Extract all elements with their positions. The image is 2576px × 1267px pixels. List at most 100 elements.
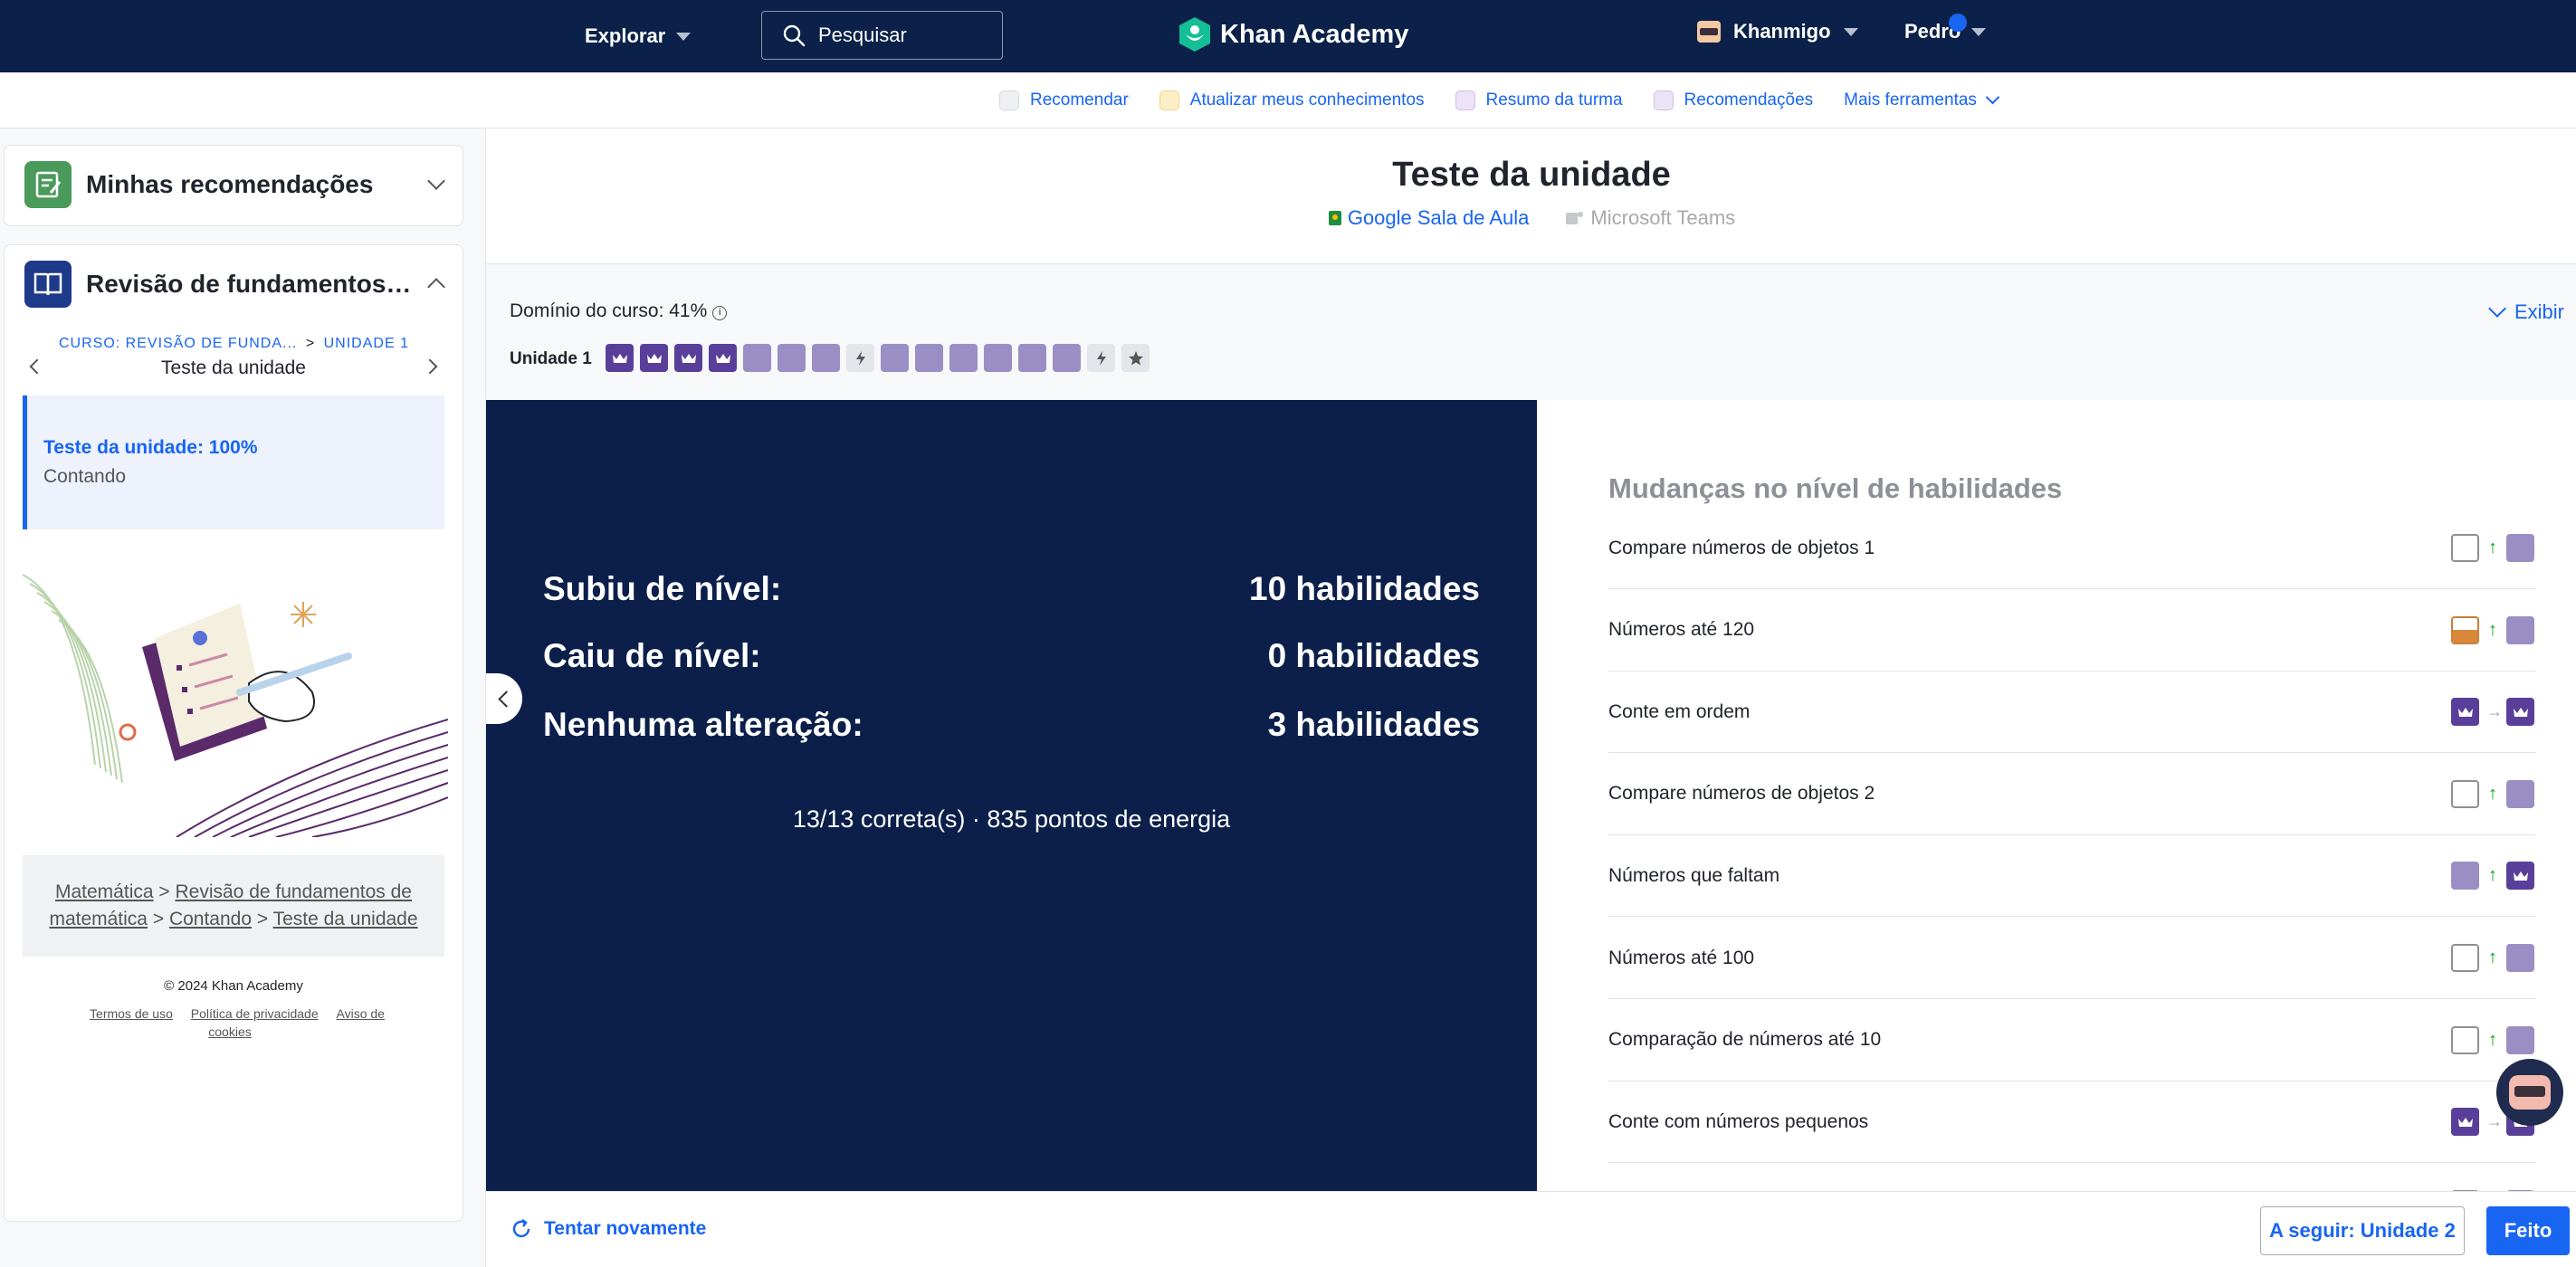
chevron-left-icon[interactable] [29, 358, 45, 375]
skill-row: Conte em ordem → [1608, 672, 2536, 754]
result-row-down: Caiu de nível: 0 habilidades [543, 637, 1480, 675]
retry-label: Tentar novamente [544, 1218, 707, 1239]
lesson-breadcrumb: Matemática > Revisão de fundamentos de m… [23, 855, 444, 957]
active-item-subtitle: Contando [43, 466, 127, 487]
arrow-right-icon: → [2486, 702, 2503, 721]
khan-academy-logo[interactable]: Khan Academy [1178, 16, 1408, 52]
skill-chip-proficient[interactable] [743, 344, 771, 372]
skill-chip-proficient[interactable] [778, 344, 806, 372]
level-mastered [2451, 698, 2479, 727]
result-row-up: Subiu de nível: 10 habilidades [543, 570, 1480, 608]
breadcrumb-link[interactable]: Contando [169, 909, 252, 929]
crumb-course[interactable]: CURSO: REVISÃO DE FUNDA... [59, 336, 297, 351]
khanmigo-menu[interactable]: Khanmigo [1697, 20, 1858, 43]
microsoft-teams-link[interactable]: Microsoft Teams [1565, 206, 1735, 230]
next-unit-button[interactable]: A seguir: Unidade 2 [2260, 1206, 2465, 1255]
mastery-text: Domínio do curso: 41% [510, 300, 708, 321]
skill-name: Números até 100 [1608, 947, 1755, 968]
info-icon[interactable]: i [712, 306, 728, 320]
khanmigo-icon [1697, 21, 1721, 43]
skill-chip-proficient[interactable] [1053, 344, 1081, 372]
camera-icon [1455, 90, 1475, 110]
result-label: Nenhuma alteração: [543, 706, 863, 743]
top-navbar: Explorar Pesquisar Khan Academy Khanmigo… [0, 0, 2576, 72]
done-button[interactable]: Feito [2486, 1206, 2570, 1255]
teacher-tools-bar: Recomendar Atualizar meus conhecimentos … [0, 72, 2576, 129]
skill-row: Conte com números pequenos → [1608, 1081, 2536, 1164]
retry-button[interactable]: Tentar novamente [510, 1217, 706, 1241]
skill-changes-title: Mudanças no nível de habilidades [1608, 472, 2063, 504]
tool-mais-ferramentas[interactable]: Mais ferramentas [1844, 90, 2000, 110]
tool-atualizar[interactable]: Atualizar meus conhecimentos [1159, 90, 1425, 110]
level-proficient [2506, 615, 2534, 644]
arrow-right-icon: → [2486, 1112, 2503, 1131]
skill-chip-proficient[interactable] [984, 344, 1012, 372]
skill-level-change: ↑ [2451, 779, 2534, 808]
khanmigo-chat-button[interactable] [2496, 1059, 2563, 1126]
chevron-up-icon[interactable] [427, 278, 445, 296]
teams-icon [1566, 212, 1584, 224]
breadcrumb-link[interactable]: Teste da unidade [273, 909, 418, 929]
khan-leaf-icon [1179, 17, 1210, 52]
unit-test-chip[interactable] [1121, 344, 1150, 372]
course-mastery-bar: Domínio do curso: 41% i Unidade 1 Exibir [486, 264, 2576, 400]
crumb-unit[interactable]: UNIDADE 1 [324, 336, 409, 351]
skill-name: Números até 120 [1608, 619, 1755, 641]
result-value: 10 habilidades [1249, 570, 1480, 607]
course-card-header[interactable]: Revisão de fundamentos de ... [5, 245, 463, 323]
caret-down-icon [1843, 27, 1858, 36]
skill-chip-proficient[interactable] [812, 344, 840, 372]
skill-name: Conte com números pequenos [1608, 1110, 1869, 1132]
level-proficient [2506, 779, 2534, 808]
google-classroom-label: Google Sala de Aula [1347, 206, 1530, 229]
footer-link[interactable]: Termos de uso [90, 1006, 173, 1021]
skill-chip-mastered[interactable] [640, 344, 668, 372]
skill-row: Números até 120 ↑ [1608, 590, 2536, 672]
result-row-none: Nenhuma alteração: 3 habilidades [543, 706, 1480, 744]
skill-chip-mastered[interactable] [606, 344, 634, 372]
search-box[interactable]: Pesquisar [761, 11, 1003, 60]
skill-level-change: ↑ [2451, 534, 2534, 562]
level-mastered [2451, 1108, 2479, 1137]
skill-chip-proficient[interactable] [1018, 344, 1046, 372]
skill-level-change: → [2451, 698, 2534, 727]
skill-name: Compare números de objetos 2 [1608, 783, 1875, 805]
quiz-chip[interactable] [1087, 344, 1115, 372]
search-placeholder: Pesquisar [818, 24, 907, 46]
level-proficient [2451, 862, 2479, 891]
footer-links: Termos de uso Política de privacidade Av… [5, 1005, 463, 1041]
skill-chip-proficient[interactable] [881, 344, 909, 372]
recommendations-title: Minhas recomendações [86, 170, 374, 198]
unit-navigation: CURSO: REVISÃO DE FUNDA... > UNIDADE 1 T… [5, 323, 463, 395]
chevron-down-icon[interactable] [427, 172, 445, 190]
unit-label: Unidade 1 [510, 349, 592, 368]
active-lesson-item[interactable]: Teste da unidade: 100% Contando [23, 395, 444, 529]
collapse-sidebar-button[interactable] [486, 673, 522, 724]
tool-recomendar[interactable]: Recomendar [999, 90, 1129, 110]
tool-resumo[interactable]: Resumo da turma [1455, 90, 1623, 110]
search-icon [783, 24, 806, 47]
footer-link[interactable]: Política de privacidade [191, 1006, 319, 1021]
recommendations-card[interactable]: Minhas recomendações [4, 145, 463, 226]
skill-chip-mastered[interactable] [709, 344, 737, 372]
arrow-up-icon: ↑ [2488, 783, 2497, 804]
tool-label: Atualizar meus conhecimentos [1189, 90, 1425, 110]
quiz-chip[interactable] [846, 344, 874, 372]
results-summary: 13/13 correta(s) · 835 pontos de energia [792, 805, 1231, 833]
caret-down-icon [1971, 27, 1987, 36]
page-title: Teste da unidade [1392, 156, 1671, 194]
google-classroom-link[interactable]: Google Sala de Aula [1328, 206, 1530, 230]
skill-chip-proficient[interactable] [949, 344, 978, 372]
explore-menu[interactable]: Explorar [585, 20, 692, 52]
user-menu[interactable]: Pedro [1904, 20, 1987, 43]
tool-recomendacoes[interactable]: Recomendações [1653, 90, 1813, 110]
course-card: Revisão de fundamentos de ... CURSO: REV… [4, 244, 463, 1222]
skill-chip-proficient[interactable] [915, 344, 943, 372]
level-not-started [2451, 1025, 2479, 1054]
expand-button[interactable]: Exibir [2488, 300, 2564, 324]
recommendations-icon [24, 161, 72, 208]
chevron-right-icon[interactable] [422, 358, 438, 375]
breadcrumb-link[interactable]: Matemática [55, 881, 154, 902]
result-label: Subiu de nível: [543, 570, 782, 607]
skill-chip-mastered[interactable] [674, 344, 702, 372]
